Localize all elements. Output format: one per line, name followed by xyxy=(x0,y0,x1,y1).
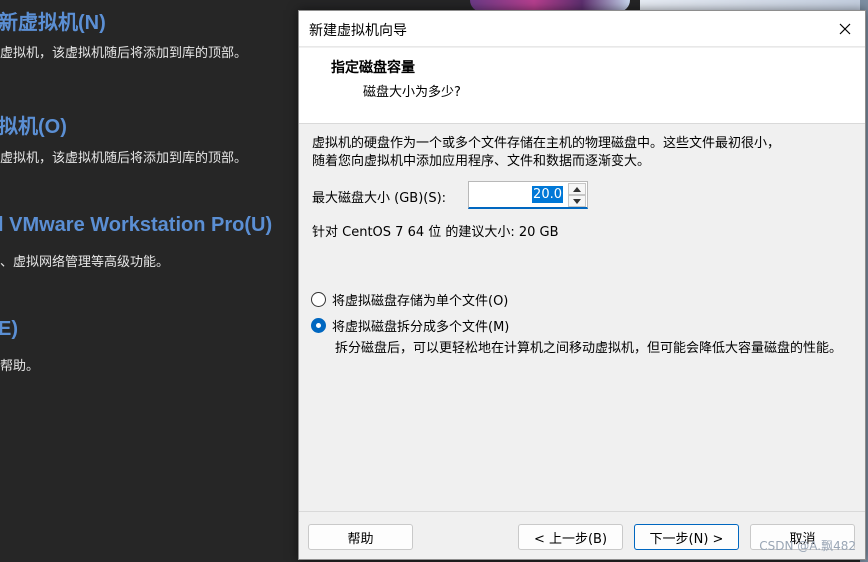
wizard-header: 指定磁盘容量 磁盘大小为多少? xyxy=(299,48,865,124)
next-button[interactable]: 下一步(N) > xyxy=(634,524,739,550)
home-item-title[interactable]: l VMware Workstation Pro(U) xyxy=(0,214,272,237)
max-disk-size-label: 最大磁盘大小 (GB)(S): xyxy=(312,191,447,206)
dialog-titlebar[interactable]: 新建虚拟机向导 xyxy=(299,11,865,47)
home-item-desc: 虚拟机，该虚拟机随后将添加到库的顶部。 xyxy=(0,151,248,166)
close-button[interactable] xyxy=(833,17,857,41)
help-button[interactable]: 帮助 xyxy=(308,524,413,550)
spinner-up-button[interactable] xyxy=(568,183,586,195)
radio-button[interactable] xyxy=(311,292,326,307)
step-subtitle: 磁盘大小为多少? xyxy=(363,85,461,100)
intro-text: 虚拟机的硬盘作为一个或多个文件存储在主机的物理磁盘中。这些文件最初很小， xyxy=(312,136,781,151)
radio-single-file-label: 将虚拟磁盘存储为单个文件(O) xyxy=(332,294,509,309)
max-disk-size-spinner[interactable]: 20.0 xyxy=(468,181,588,209)
radio-multiple-files-label: 将虚拟磁盘拆分成多个文件(M) xyxy=(332,320,510,335)
radio-single-file[interactable]: 将虚拟磁盘存储为单个文件(O) xyxy=(311,290,508,309)
home-item-title[interactable]: 拟机(O) xyxy=(0,110,67,139)
intro-text: 随着您向虚拟机中添加应用程序、文件和数据而逐渐变大。 xyxy=(312,154,651,169)
spinner-arrows xyxy=(568,183,586,207)
radio-multiple-files[interactable]: 将虚拟磁盘拆分成多个文件(M) xyxy=(311,316,509,335)
home-item-desc: 虚拟机，该虚拟机随后将添加到库的顶部。 xyxy=(0,46,248,61)
home-item-desc: 帮助。 xyxy=(0,359,40,374)
new-vm-wizard-dialog: 新建虚拟机向导 指定磁盘容量 磁盘大小为多少? 虚拟机的硬盘作为一个或多个文件存… xyxy=(298,10,866,560)
home-panel: 新虚拟机(N) 虚拟机，该虚拟机随后将添加到库的顶部。 拟机(O) 虚拟机，该虚… xyxy=(0,0,300,562)
home-item-title[interactable]: 新虚拟机(N) xyxy=(0,6,106,35)
watermark: CSDN @A.飘482 xyxy=(759,539,856,553)
chevron-up-icon xyxy=(573,186,581,192)
back-button[interactable]: < 上一步(B) xyxy=(518,524,623,550)
close-icon xyxy=(839,23,851,35)
recommended-size-text: 针对 CentOS 7 64 位 的建议大小: 20 GB xyxy=(312,225,559,240)
chevron-down-icon xyxy=(573,198,581,204)
split-note: 拆分磁盘后，可以更轻松地在计算机之间移动虚拟机，但可能会降低大容量磁盘的性能。 xyxy=(335,341,843,356)
dialog-title: 新建虚拟机向导 xyxy=(309,23,407,39)
home-item-desc: 、虚拟网络管理等高级功能。 xyxy=(0,255,170,270)
spinner-down-button[interactable] xyxy=(568,195,586,207)
step-title: 指定磁盘容量 xyxy=(331,60,415,76)
max-disk-size-input[interactable]: 20.0 xyxy=(532,186,563,203)
home-item-title[interactable]: E) xyxy=(0,318,18,341)
radio-button[interactable] xyxy=(311,318,326,333)
